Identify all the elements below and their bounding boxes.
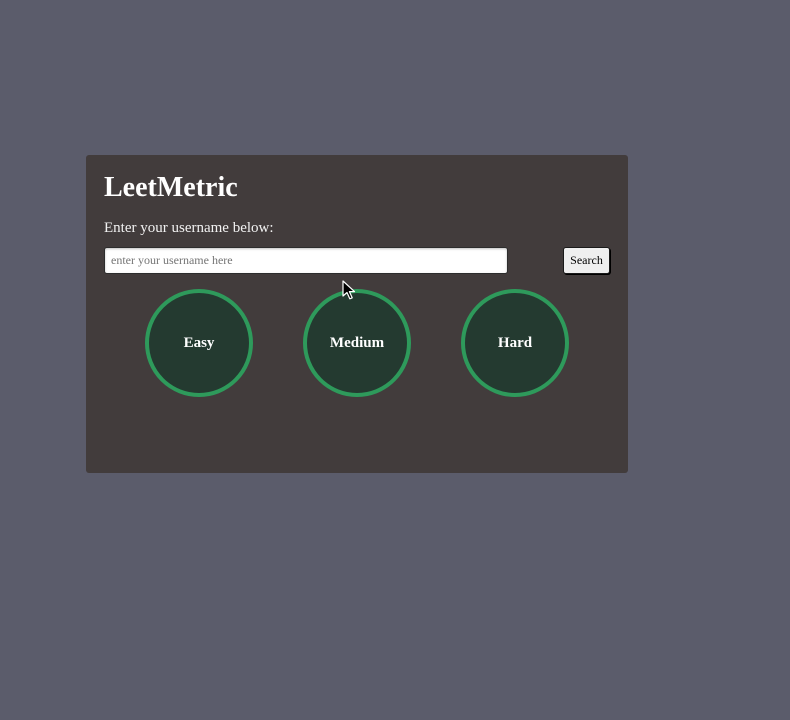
medium-progress-circle: Medium [303, 289, 411, 397]
app-title: LeetMetric [104, 172, 238, 203]
progress-circles: Easy Medium Hard [86, 289, 628, 397]
stats-card: LeetMetric Enter your username below: Se… [86, 155, 628, 473]
easy-label: Easy [183, 334, 215, 351]
medium-label: Medium [329, 334, 385, 351]
username-prompt: Enter your username below: [104, 220, 274, 236]
search-button[interactable]: Search [563, 247, 610, 274]
username-input[interactable] [104, 247, 508, 274]
hard-label: Hard [497, 334, 533, 351]
easy-progress-circle: Easy [145, 289, 253, 397]
hard-progress-circle: Hard [461, 289, 569, 397]
mouse-cursor-icon [342, 280, 356, 300]
